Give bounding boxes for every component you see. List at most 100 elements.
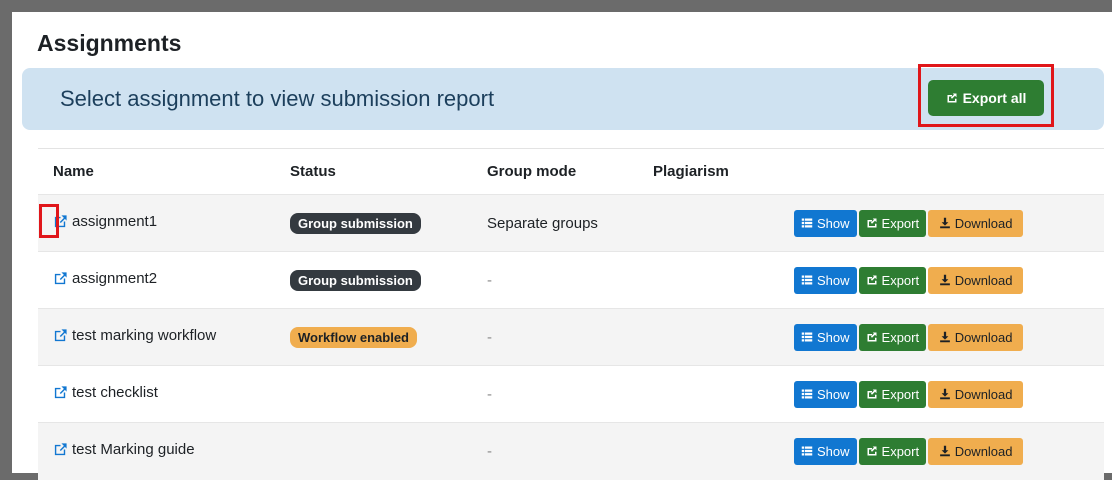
assignment-link[interactable]: test checklist (53, 384, 158, 401)
action-buttons: Show Export Download (794, 323, 1104, 351)
export-label: Export (881, 215, 920, 231)
share-icon (867, 446, 877, 456)
cell-status: Workflow enabled (275, 309, 472, 366)
download-button[interactable]: Download (928, 437, 1024, 465)
show-button[interactable]: Show (794, 323, 857, 351)
cell-name: test marking workflow (38, 309, 275, 366)
show-button[interactable]: Show (794, 380, 857, 408)
banner-text: Select assignment to view submission rep… (60, 86, 495, 111)
show-label: Show (817, 215, 850, 231)
export-label: Export (881, 386, 920, 402)
cell-name: test Marking guide (38, 423, 275, 480)
list-icon (801, 389, 813, 399)
assignment-link[interactable]: test marking workflow (53, 327, 216, 344)
cell-name: assignment1 (38, 195, 275, 252)
export-label: Export (881, 443, 920, 459)
assignments-table: Name Status Group mode Plagiarism assign… (38, 148, 1104, 480)
download-icon (939, 388, 950, 400)
cell-plagiarism (638, 366, 779, 423)
cell-group-mode: - (472, 423, 638, 480)
group-mode-text: Separate groups (487, 214, 598, 232)
cell-status: Group submission (275, 195, 472, 252)
download-button[interactable]: Download (928, 209, 1024, 237)
download-icon (939, 446, 950, 457)
cell-group-mode: - (472, 366, 638, 423)
action-buttons: Show Export Download (794, 437, 1104, 465)
cell-actions: Show Export Download (779, 309, 1104, 366)
cell-plagiarism (638, 309, 779, 366)
export-button[interactable]: Export (858, 209, 927, 237)
assignment-link[interactable]: assignment2 (53, 270, 157, 287)
cell-actions: Show Export Download (779, 423, 1104, 480)
header-name: Name (53, 163, 94, 180)
download-icon (939, 274, 950, 286)
status-badge: Group submission (290, 212, 421, 234)
download-button[interactable]: Download (928, 380, 1024, 408)
table-header-row: Name Status Group mode Plagiarism (38, 148, 1104, 195)
cell-plagiarism (638, 252, 779, 309)
status-badge: Group submission (290, 269, 421, 291)
status-badge: Workflow enabled (290, 326, 417, 348)
download-button[interactable]: Download (928, 323, 1024, 351)
header-plagiarism: Plagiarism (653, 163, 729, 180)
cell-status: Group submission (275, 252, 472, 309)
cell-actions: Show Export Download (779, 366, 1104, 423)
export-button[interactable]: Export (858, 323, 927, 351)
show-button[interactable]: Show (794, 209, 857, 237)
download-label: Download (954, 272, 1013, 288)
export-button[interactable]: Export (858, 437, 927, 465)
export-all-button[interactable]: Export all (928, 80, 1044, 116)
assignment-name: assignment1 (72, 213, 158, 230)
show-label: Show (817, 329, 850, 345)
group-mode-text: - (487, 271, 492, 289)
share-icon (867, 218, 877, 228)
group-mode-text: - (487, 442, 492, 460)
list-icon (801, 218, 813, 228)
external-link-icon (54, 272, 67, 285)
download-icon (939, 331, 950, 343)
download-button[interactable]: Download (928, 266, 1024, 294)
action-buttons: Show Export Download (794, 380, 1104, 408)
share-icon (867, 389, 877, 399)
download-label: Download (954, 386, 1013, 402)
table-row: test Marking guide - Show Export Downloa… (38, 422, 1104, 480)
list-icon (801, 275, 813, 285)
export-button[interactable]: Export (858, 266, 927, 294)
action-buttons: Show Export Download (794, 266, 1104, 294)
download-icon (939, 217, 950, 229)
assignment-link[interactable]: assignment1 (53, 213, 157, 230)
cell-name: test checklist (38, 366, 275, 423)
page-title: Assignments (37, 30, 182, 56)
cell-name: assignment2 (38, 252, 275, 309)
cell-group-mode: - (472, 309, 638, 366)
assignment-link[interactable]: test Marking guide (53, 441, 195, 458)
show-button[interactable]: Show (794, 266, 857, 294)
show-label: Show (817, 272, 850, 288)
share-icon (867, 332, 877, 342)
cell-plagiarism (638, 423, 779, 480)
export-button[interactable]: Export (858, 380, 927, 408)
cell-status (275, 423, 472, 480)
share-icon (867, 275, 877, 285)
download-label: Download (954, 443, 1013, 459)
cell-status (275, 366, 472, 423)
table-row: test marking workflow Workflow enabled -… (38, 308, 1104, 366)
export-label: Export (881, 272, 920, 288)
assignment-name: test checklist (72, 384, 158, 401)
table-row: assignment1 Group submission Separate gr… (38, 194, 1104, 252)
export-label: Export (881, 329, 920, 345)
assignment-name: assignment2 (72, 270, 158, 287)
external-link-icon (54, 443, 67, 456)
share-icon (947, 93, 957, 103)
cell-actions: Show Export Download (779, 252, 1104, 309)
show-button[interactable]: Show (794, 437, 857, 465)
show-label: Show (817, 386, 850, 402)
assignment-name: test Marking guide (72, 441, 195, 459)
external-link-icon (54, 329, 67, 342)
assignments-panel: Assignments Select assignment to view su… (12, 12, 1112, 480)
header-actions (779, 149, 1104, 195)
external-link-icon (54, 215, 67, 228)
download-label: Download (954, 329, 1013, 345)
export-all-label: Export all (962, 90, 1027, 106)
cell-actions: Show Export Download (779, 195, 1104, 252)
